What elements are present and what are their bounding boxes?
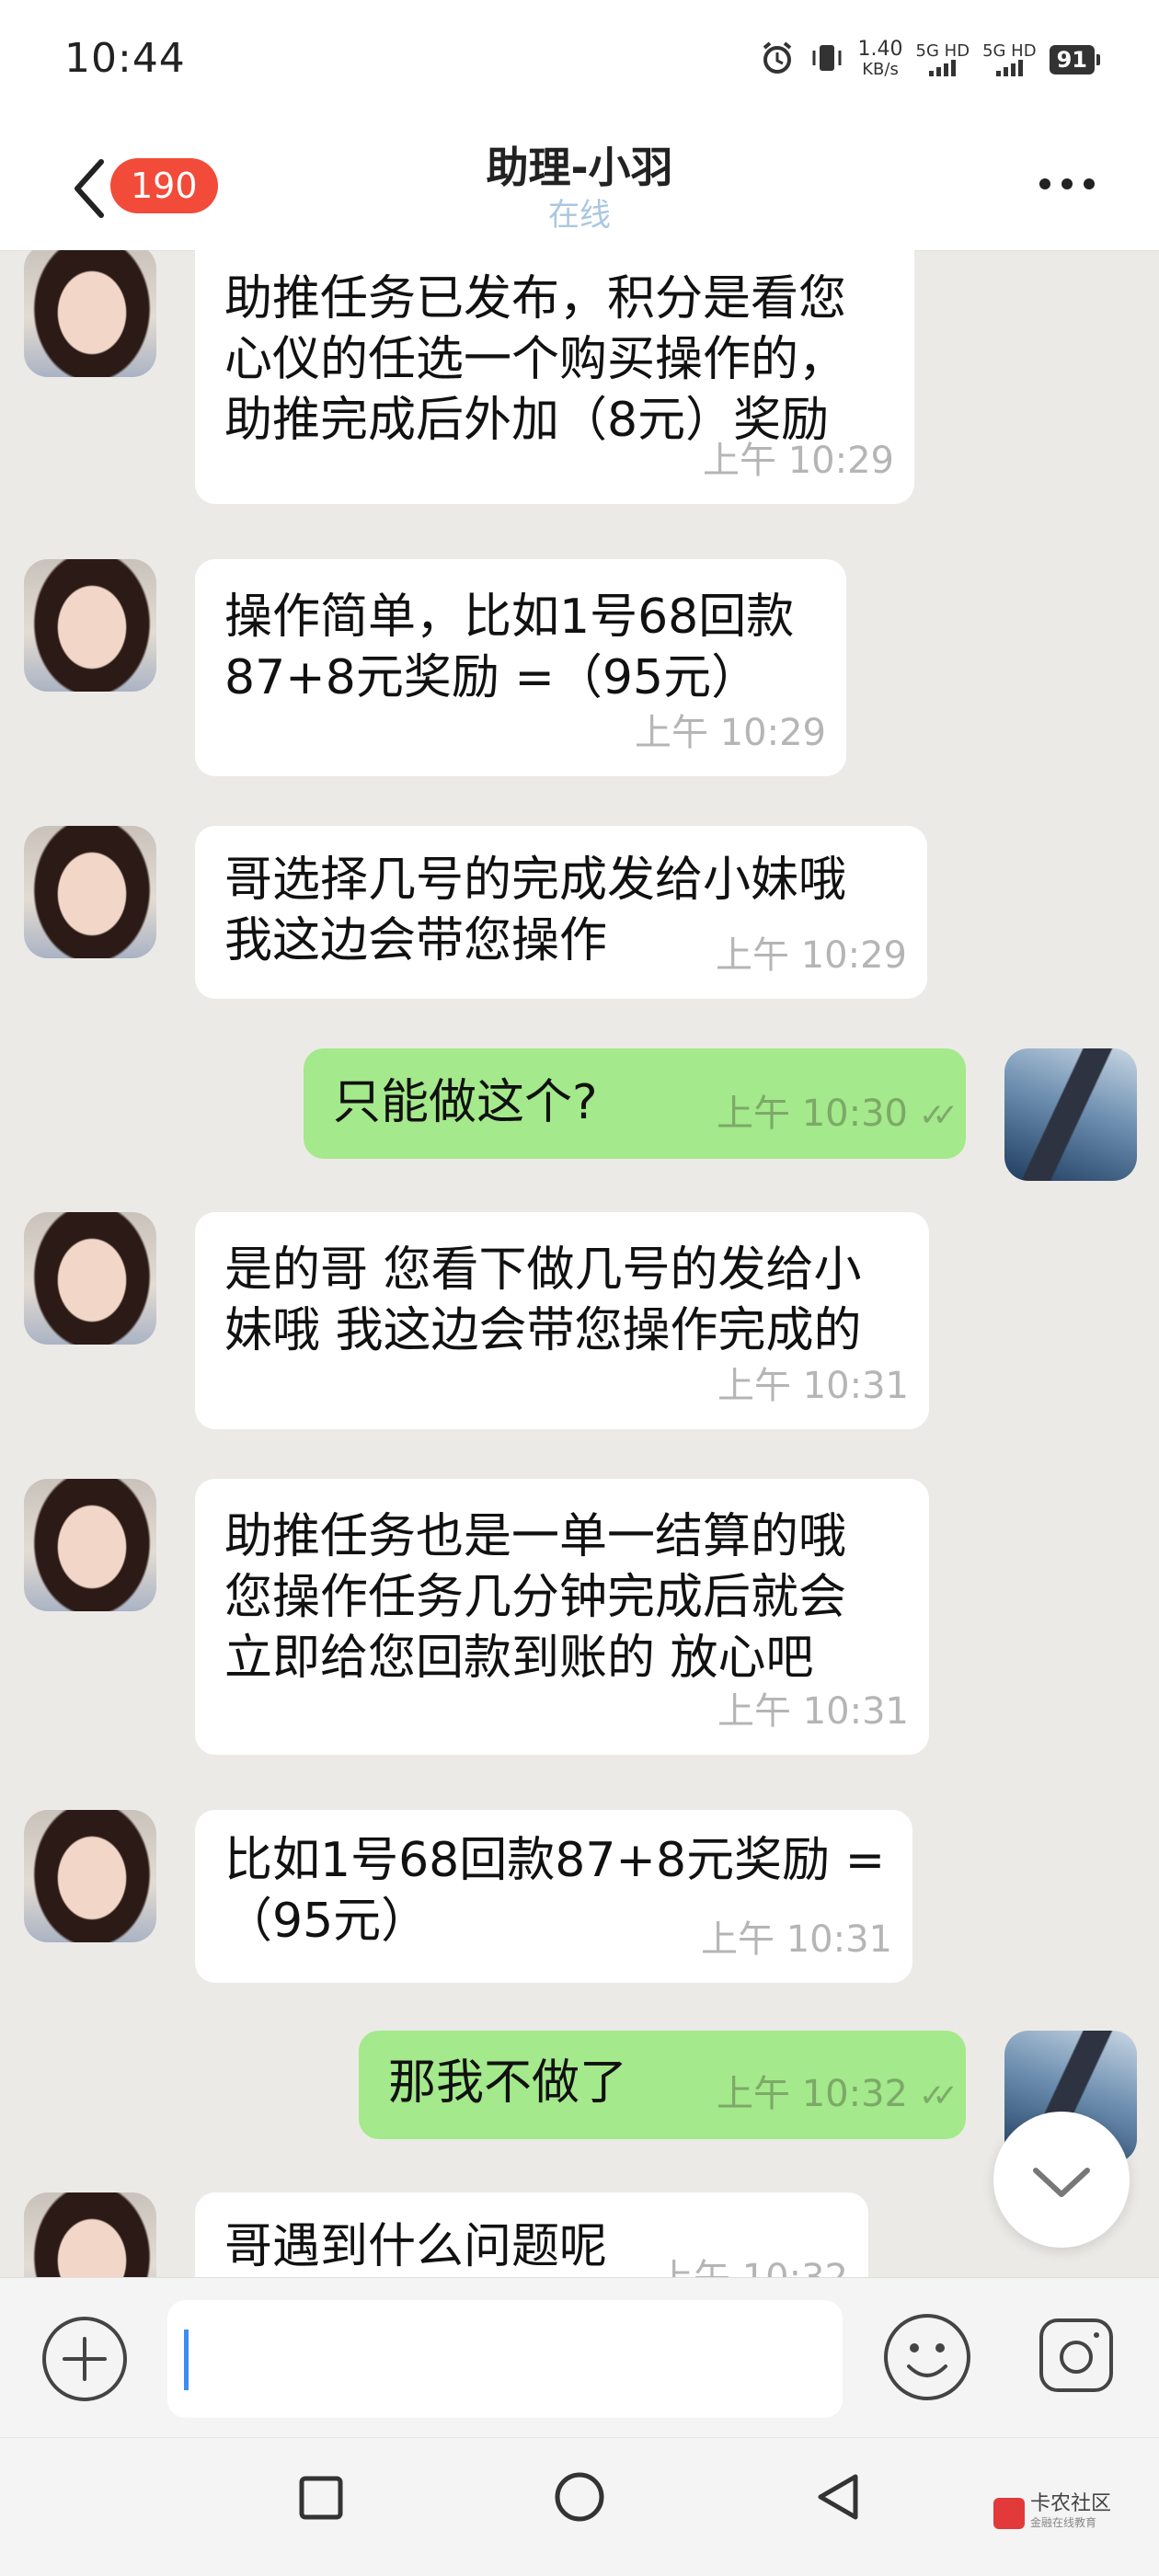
message-incoming: 哥选择几号的完成发给小妹哦 我这边会带您操作 上午 10:29 [0,826,1159,1001]
contact-avatar[interactable] [24,559,156,692]
contact-avatar[interactable] [24,1810,156,1942]
triangle-back-icon [818,2474,858,2520]
add-attachment-button[interactable] [40,2315,129,2403]
message-bubble[interactable]: 哥选择几号的完成发给小妹哦 我这边会带您操作 上午 10:29 [195,826,927,999]
user-avatar[interactable] [1004,1048,1137,1181]
message-bubble[interactable]: 是的哥 您看下做几号的发给小 妹哦 我这边会带您操作完成的 上午 10:31 [195,1212,929,1429]
message-time: 上午 10:29 [716,934,907,977]
message-bubble[interactable]: 操作简单，比如1号68回款 87+8元奖励 =（95元） 上午 10:29 [195,559,846,776]
message-text: 哥遇到什么问题呢 [224,2219,608,2274]
message-time: 上午 10:30 [717,1093,909,1135]
chat-title: 助理-小羽 [486,143,673,192]
message-incoming: 是的哥 您看下做几号的发给小 妹哦 我这边会带您操作完成的 上午 10:31 [0,1212,1159,1433]
chat-header: 190 助理-小羽 在线 [0,120,1159,251]
message-text: 只能做这个? [333,1075,598,1130]
contact-avatar[interactable] [24,826,156,958]
message-time: 上午 10:31 [717,1365,909,1407]
watermark-sub: 金融在线教育 [1030,2516,1097,2529]
signal-bars-icon [995,60,1023,76]
message-outgoing: 只能做这个? 上午 10:30 ✓✓ [0,1048,1159,1183]
message-text: 助推任务已发布，积分是看您 心仪的任选一个购买操作的， 助推完成后外加（8元）奖… [224,271,847,448]
battery-icon: 91 [1049,45,1101,74]
more-options-button[interactable] [1039,178,1095,189]
composer [0,2277,1159,2438]
scroll-to-bottom-button[interactable] [993,2112,1130,2248]
watermark: 卡农社区 金融在线教育 [993,2492,1112,2532]
message-time: 上午 10:29 [635,712,826,754]
camera-button[interactable] [1036,2315,1117,2396]
circle-icon [555,2472,604,2522]
message-incoming: 助推任务已发布，积分是看您 心仪的任选一个购买操作的， 助推完成后外加（8元）奖… [0,250,1159,517]
message-bubble[interactable]: 助推任务已发布，积分是看您 心仪的任选一个购买操作的， 助推完成后外加（8元）奖… [195,250,914,504]
contact-avatar[interactable] [24,1212,156,1345]
sim1-label: 5G HD [915,41,970,61]
text-caret [184,2330,189,2390]
message-time: 上午 10:32 [717,2073,909,2115]
message-time: 上午 10:31 [717,1690,909,1733]
message-bubble[interactable]: 比如1号68回款87+8元奖励 = （95元） 上午 10:31 [195,1810,912,1983]
sim1-signal: 5G HD [916,43,970,76]
message-time: 上午 10:31 [701,1918,892,1961]
online-status: 在线 [548,197,611,234]
message-text: 操作简单，比如1号68回款 87+8元奖励 =（95元） [224,590,795,705]
message-bubble[interactable]: 哥遇到什么问题呢 上午 10:32 [195,2192,868,2277]
contact-avatar[interactable] [24,250,156,377]
contact-avatar[interactable] [24,2192,156,2277]
message-time: 上午 10:29 [703,440,894,482]
square-icon [299,2476,343,2520]
contact-avatar[interactable] [24,1479,156,1611]
message-list[interactable]: 助推任务已发布，积分是看您 心仪的任选一个购买操作的， 助推完成后外加（8元）奖… [0,250,1159,2277]
status-bar: 10:44 1.40 KB/s 5G HD 5G HD 91 [0,0,1159,120]
message-input[interactable] [167,2300,843,2418]
net-speed-unit: KB/s [862,60,899,79]
watermark-logo-icon [993,2498,1025,2529]
message-bubble[interactable]: 只能做这个? 上午 10:30 ✓✓ [304,1048,966,1159]
message-time: 上午 10:32 [657,2248,848,2277]
more-dots-icon [1039,178,1050,189]
message-bubble[interactable]: 助推任务也是一单一结算的哦 您操作任务几分钟完成后就会 立即给您回款到账的 放心… [195,1479,929,1755]
emoji-button[interactable] [881,2311,973,2403]
chevron-down-icon [1033,2168,1090,2197]
camera-icon [1039,2318,1113,2392]
signal-bars-icon [929,60,957,76]
sim2-label: 5G HD [982,41,1037,61]
message-time-row: 上午 10:30 ✓✓ [717,1083,958,1146]
message-text: 助推任务也是一单一结算的哦 您操作任务几分钟完成后就会 立即给您回款到账的 放心… [224,1509,847,1686]
message-outgoing: 那我不做了 上午 10:32 ✓✓ [0,2031,1159,2165]
system-back-button[interactable] [813,2471,863,2523]
status-time: 10:44 [64,35,186,82]
alarm-icon [759,40,796,81]
plus-circle-icon [42,2317,127,2401]
message-incoming: 比如1号68回款87+8元奖励 = （95元） 上午 10:31 [0,1810,1159,1994]
message-incoming: 哥遇到什么问题呢 上午 10:32 [0,2192,1159,2277]
net-speed: 1.40 KB/s [858,40,903,80]
sim2-signal: 5G HD [982,43,1037,76]
vibrate-icon [809,40,845,81]
smiley-icon [884,2314,970,2400]
read-check-icon: ✓✓ [919,2078,958,2114]
status-icons: 1.40 KB/s 5G HD 5G HD 91 [759,37,1101,83]
recent-apps-button[interactable] [298,2475,344,2521]
message-incoming: 助推任务也是一单一结算的哦 您操作任务几分钟完成后就会 立即给您回款到账的 放心… [0,1479,1159,1755]
message-bubble[interactable]: 那我不做了 上午 10:32 ✓✓ [359,2031,966,2139]
message-incoming: 操作简单，比如1号68回款 87+8元奖励 =（95元） 上午 10:29 [0,559,1159,780]
message-text: 那我不做了 [388,2055,628,2111]
message-time-row: 上午 10:32 ✓✓ [717,2064,958,2126]
message-text: 是的哥 您看下做几号的发给小 妹哦 我这边会带您操作完成的 [224,1242,862,1358]
home-button[interactable] [554,2471,605,2523]
net-speed-value: 1.40 [857,38,903,61]
system-nav-bar: 卡农社区 金融在线教育 [0,2437,1159,2576]
watermark-main: 卡农社区 [1030,2492,1112,2515]
read-check-icon: ✓✓ [919,1097,958,1134]
